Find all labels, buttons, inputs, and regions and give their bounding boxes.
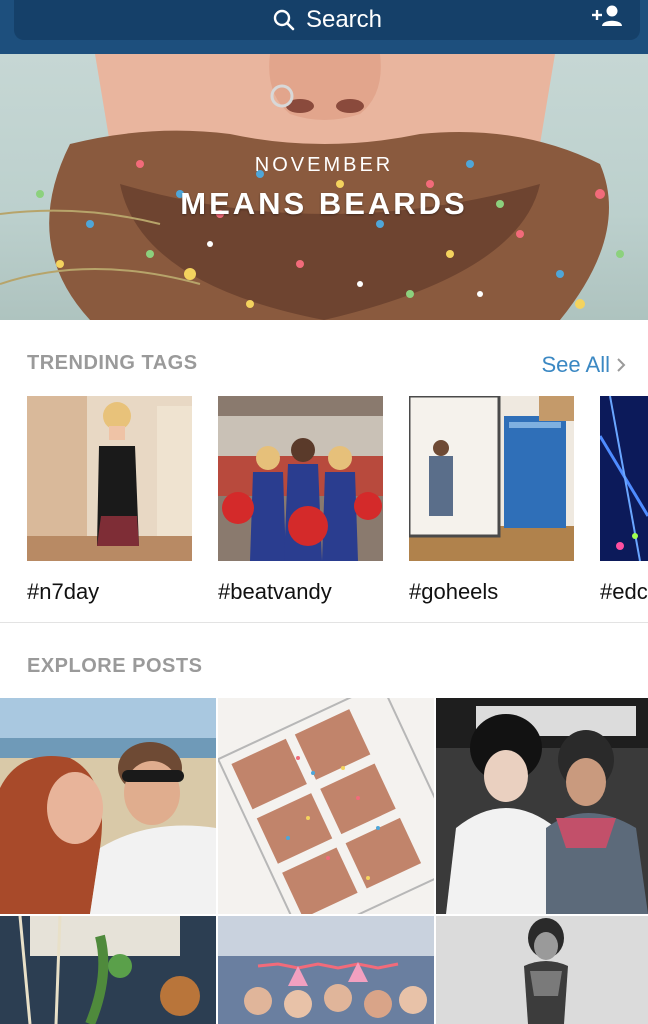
post-image [0, 916, 216, 1024]
tag-label: #goheels [409, 579, 499, 604]
banner-title: MEANS BEARDS [180, 186, 468, 221]
explore-posts-header: EXPLORE POSTS [27, 655, 203, 677]
section-divider [0, 622, 648, 623]
tag-card-edc[interactable]: #edc [600, 396, 648, 605]
chevron-right-icon [617, 358, 626, 372]
tag-label: #n7day [27, 579, 100, 604]
search-label: Search [305, 6, 383, 33]
post-image [436, 698, 648, 914]
tag-label: #beatvandy [218, 579, 332, 604]
explore-post[interactable] [436, 916, 648, 1024]
tag-label: #edc [600, 579, 648, 604]
search-icon [273, 9, 295, 31]
see-all-link[interactable]: See All [542, 352, 627, 378]
post-image [0, 698, 216, 914]
top-bar: Search [0, 0, 648, 54]
explore-post[interactable] [0, 698, 216, 914]
add-user-icon[interactable] [590, 2, 626, 30]
post-image [218, 916, 434, 1024]
see-all-label: See All [541, 352, 611, 377]
featured-banner[interactable]: NOVEMBER MEANS BEARDS [0, 54, 648, 320]
tag-card-beatvandy[interactable]: #beatvandy [218, 396, 383, 605]
tag-thumbnail [409, 396, 574, 561]
tag-thumbnail [27, 396, 192, 561]
banner-subtitle: NOVEMBER [254, 154, 394, 176]
tag-thumbnail [218, 396, 383, 561]
tag-card-n7day[interactable]: #n7day [27, 396, 192, 605]
post-image [218, 698, 434, 914]
explore-post[interactable] [218, 698, 434, 914]
tag-thumbnail [600, 396, 648, 561]
explore-post[interactable] [436, 698, 648, 914]
search-bar[interactable]: Search [14, 0, 640, 40]
post-image [436, 916, 648, 1024]
explore-post[interactable] [0, 916, 216, 1024]
tag-card-goheels[interactable]: #goheels [409, 396, 574, 605]
explore-post[interactable] [218, 916, 434, 1024]
trending-tags-header: TRENDING TAGS [27, 352, 198, 374]
